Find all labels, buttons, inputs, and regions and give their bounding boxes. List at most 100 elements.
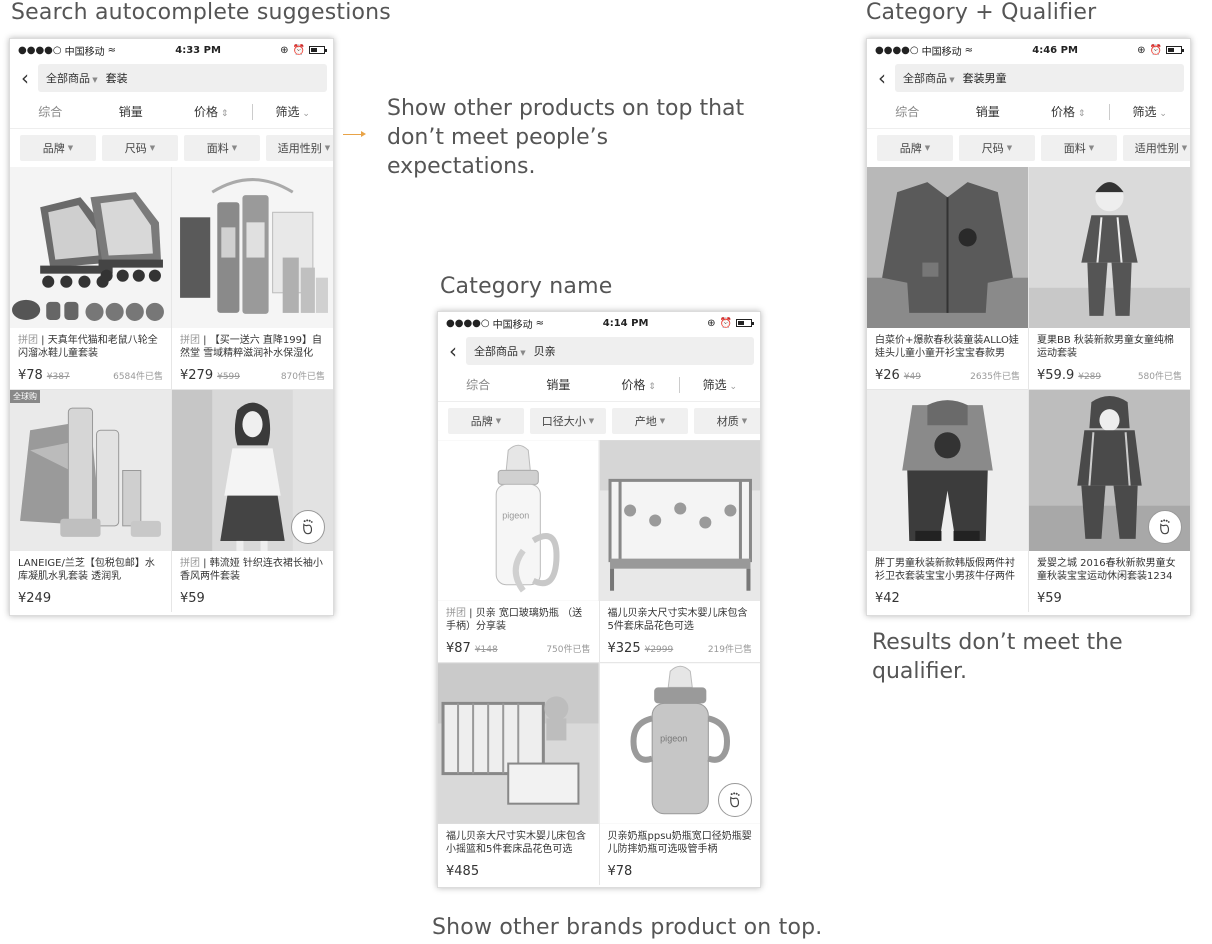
filter-chip[interactable]: 尺码 ▼	[102, 135, 178, 161]
carrier: ●●●●○ 中国移动 ≈	[446, 316, 544, 331]
filter-chip[interactable]: 口径大小 ▼	[530, 408, 606, 434]
product-image[interactable]	[1029, 167, 1190, 328]
product-image[interactable]	[438, 663, 599, 824]
product-card[interactable]: pigeon 拼团 | 贝亲 宽口玻璃奶瓶 （送手柄）分享装 ¥87 ¥148 750…	[438, 440, 599, 662]
filter-button[interactable]: 筛选 ⌄	[1110, 103, 1191, 120]
product-card[interactable]: 白菜价+爆款春秋装童装ALLO娃娃头儿童小童开衫宝宝春款男 ¥26 ¥49 2635件…	[867, 167, 1028, 389]
product-title: 胖丁男童秋装新款韩版假两件衬衫卫衣套装宝宝小男孩牛仔两件	[867, 551, 1028, 585]
caret-down-icon: ▼	[149, 144, 156, 152]
product-title-text: 福儿贝亲大尺寸实木婴儿床包含5件套床品花色可选	[607, 608, 748, 632]
chevron-down-icon: ⌄	[1156, 109, 1167, 119]
search-row: ‹ 全部商品 ▼ 套装	[10, 61, 333, 95]
product-image[interactable]	[10, 167, 171, 328]
alarm-icon: ⏰	[1149, 44, 1162, 56]
caret-down-icon: ▼	[924, 144, 931, 152]
sort-sales[interactable]: 销量	[948, 103, 1029, 120]
product-grid: 拼团 | 天真年代猫和老鼠八轮全闪溜冰鞋儿童套装 ¥78 ¥387 6584件已售 拼…	[10, 167, 333, 612]
product-card[interactable]: 夏果BB 秋装新款男童女童纯棉运动套装 ¥59.9 ¥289 580件已售	[1029, 167, 1190, 389]
price-row: ¥78	[600, 858, 761, 885]
caption-category-name: Category name	[440, 274, 613, 299]
filter-chip[interactable]: 品牌 ▼	[448, 408, 524, 434]
sort-comprehensive[interactable]: 综合	[438, 376, 518, 393]
product-image[interactable]	[867, 167, 1028, 328]
phone-category-name: ●●●●○ 中国移动 ≈4:14 PM ⊕ ⏰ ‹ 全部商品 ▼ 贝亲 综合 销量 价格 ⇕ 筛选 ⌄…	[437, 311, 761, 888]
status-icons: ⊕ ⏰	[707, 317, 754, 329]
product-card[interactable]: 拼团 | 天真年代猫和老鼠八轮全闪溜冰鞋儿童套装 ¥78 ¥387 6584件已售	[10, 167, 171, 389]
product-card[interactable]: 福儿贝亲大尺寸实木婴儿床包含5件套床品花色可选 ¥325 ¥2999 219件已售	[599, 440, 761, 662]
product-image[interactable]	[599, 440, 760, 601]
global-buy-badge: 全球购	[10, 390, 40, 403]
caret-down-icon: ▼	[947, 76, 955, 84]
product-card[interactable]: pigeon 贝亲奶瓶ppsu奶瓶宽口径奶瓶婴儿防摔奶瓶可选吸管手柄 ¥78	[599, 663, 761, 885]
back-arrow-icon[interactable]: ‹	[18, 68, 32, 88]
price-row: ¥42	[867, 585, 1028, 612]
sold-count: 6584件已售	[113, 372, 163, 382]
product-image[interactable]	[867, 390, 1028, 551]
search-input[interactable]: 全部商品 ▼ 套装	[38, 64, 327, 92]
product-image[interactable]: pigeon	[438, 440, 599, 601]
back-arrow-icon[interactable]: ‹	[446, 341, 460, 361]
sort-price[interactable]: 价格 ⇕	[171, 103, 252, 120]
product-card[interactable]: 拼团 | 韩流娅 针织连衣裙长袖小香风两件套装 ¥59	[172, 390, 333, 612]
sort-sales[interactable]: 销量	[518, 376, 598, 393]
filter-chip[interactable]: 材质 ▼	[694, 408, 760, 434]
back-arrow-icon[interactable]: ‹	[875, 68, 889, 88]
product-price: ¥78	[607, 864, 633, 879]
wifi-icon: ≈	[964, 44, 974, 56]
alarm-icon: ⏰	[719, 317, 732, 329]
clock: 4:33 PM	[175, 44, 221, 56]
product-price: ¥59.9	[1037, 368, 1075, 383]
sort-price[interactable]: 价格 ⇕	[599, 376, 679, 393]
filter-chips: 品牌 ▼ 尺码 ▼ 面料 ▼ 适用性别 ▼	[867, 129, 1190, 167]
filter-chip-label: 尺码	[124, 142, 147, 155]
filter-chip[interactable]: 适用性别 ▼	[266, 135, 333, 161]
status-bar: ●●●●○ 中国移动 ≈4:33 PM ⊕ ⏰	[10, 39, 333, 61]
price-row: ¥249	[10, 585, 171, 612]
product-card[interactable]: 拼团 | 【买一送六 直降199】自然堂 雪域精粹滋润补水保湿化 ¥279 ¥599…	[172, 167, 333, 389]
sort-comprehensive[interactable]: 综合	[10, 103, 91, 120]
price-row: ¥78 ¥387 6584件已售	[10, 362, 171, 389]
search-input[interactable]: 全部商品 ▼ 套装男童	[895, 64, 1184, 92]
filter-chip[interactable]: 尺码 ▼	[959, 135, 1035, 161]
filter-button[interactable]: 筛选 ⌄	[680, 376, 760, 393]
filter-chip-label: 面料	[1063, 142, 1086, 155]
original-price: ¥2999	[644, 645, 674, 655]
original-price: ¥599	[217, 372, 240, 382]
filter-button[interactable]: 筛选 ⌄	[253, 103, 334, 120]
search-input[interactable]: 全部商品 ▼ 贝亲	[466, 337, 754, 365]
product-card[interactable]: 爱婴之城 2016春秋新款男童女童秋装宝宝运动休闲套装1234 ¥59	[1029, 390, 1190, 612]
caret-down-icon: ▼	[659, 417, 666, 425]
search-scope-dropdown[interactable]: 全部商品 ▼	[474, 343, 526, 359]
price-row: ¥325 ¥2999 219件已售	[600, 635, 761, 662]
sort-sales[interactable]: 销量	[91, 103, 172, 120]
search-scope-dropdown[interactable]: 全部商品 ▼	[903, 70, 955, 86]
filter-chip[interactable]: 面料 ▼	[184, 135, 260, 161]
filter-label: 筛选	[702, 378, 727, 392]
filter-chip[interactable]: 品牌 ▼	[20, 135, 96, 161]
sort-price[interactable]: 价格 ⇕	[1028, 103, 1109, 120]
filter-chip-label: 材质	[716, 415, 739, 428]
filter-chip[interactable]: 产地 ▼	[612, 408, 688, 434]
filter-chip[interactable]: 面料 ▼	[1041, 135, 1117, 161]
product-image[interactable]	[172, 167, 333, 328]
product-card[interactable]: 福儿贝亲大尺寸实木婴儿床包含小摇篮和5件套床品花色可选 ¥485	[438, 663, 599, 885]
sort-comprehensive[interactable]: 综合	[867, 103, 948, 120]
filter-chip[interactable]: 适用性别 ▼	[1123, 135, 1190, 161]
search-query: 套装	[105, 72, 128, 85]
wifi-icon: ≈	[535, 317, 545, 329]
price-row: ¥59.9 ¥289 580件已售	[1029, 362, 1190, 389]
caret-down-icon: ▼	[1088, 144, 1095, 152]
product-card[interactable]: 全球购 LANEIGE/兰芝【包税包邮】水库凝肌水乳套装 透润乳 ¥249	[10, 390, 171, 612]
footprint-icon[interactable]	[718, 783, 752, 817]
status-icons: ⊕ ⏰	[1137, 44, 1184, 56]
product-title: 拼团 | 【买一送六 直降199】自然堂 雪域精粹滋润补水保湿化	[180, 335, 322, 359]
product-card[interactable]: 胖丁男童秋装新款韩版假两件衬衫卫衣套装宝宝小男孩牛仔两件 ¥42	[867, 390, 1028, 612]
footprint-icon[interactable]	[291, 510, 325, 544]
product-title-text: 爱婴之城 2016春秋新款男童女童秋装宝宝运动休闲套装1234	[1037, 558, 1176, 582]
search-scope-dropdown[interactable]: 全部商品 ▼	[46, 70, 98, 86]
footprint-icon[interactable]	[1148, 510, 1182, 544]
filter-label: 筛选	[275, 105, 300, 119]
filter-chip[interactable]: 品牌 ▼	[877, 135, 953, 161]
product-image[interactable]: 全球购	[10, 390, 171, 551]
product-title-text: 夏果BB 秋装新款男童女童纯棉运动套装	[1037, 335, 1174, 359]
